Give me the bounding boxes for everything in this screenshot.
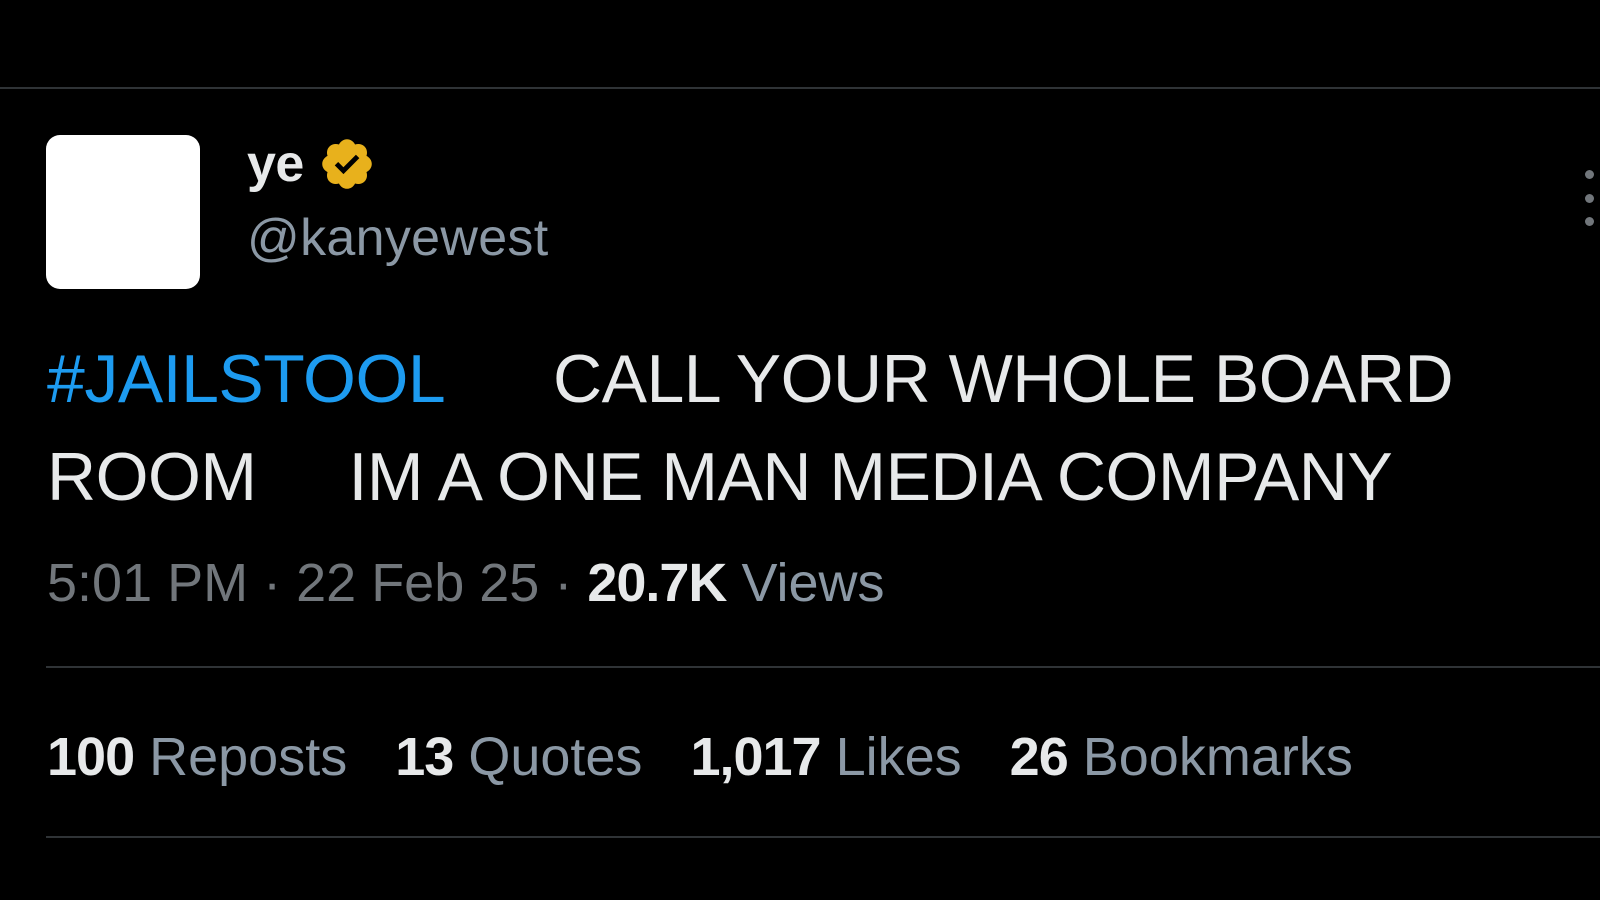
engagement-stats: 100 Reposts 13 Quotes 1,017 Likes 26 Boo…: [47, 722, 1353, 792]
bookmarks-count: 26: [1009, 727, 1069, 787]
meta-separator: ·: [263, 553, 282, 613]
meta-separator: ·: [554, 553, 573, 613]
post-text: #JAILSTOOL CALL YOUR WHOLE BOARD ROOM IM…: [47, 330, 1547, 526]
likes-count: 1,017: [690, 727, 821, 787]
more-options-button[interactable]: [1578, 170, 1600, 226]
reposts-stat[interactable]: 100 Reposts: [47, 722, 347, 792]
likes-label: Likes: [835, 727, 962, 787]
post-detail-screen: ye @kanyewest #JAILSTOOL CALL YOUR WHOLE…: [0, 0, 1600, 900]
more-dot: [1584, 170, 1594, 179]
post-time[interactable]: 5:01 PM: [47, 553, 248, 613]
more-dot: [1584, 217, 1594, 226]
verified-badge-icon[interactable]: [318, 135, 376, 193]
stats-bottom-divider: [46, 836, 1600, 838]
quotes-count: 13: [395, 727, 454, 787]
post-date[interactable]: 22 Feb 25: [296, 553, 539, 613]
author-display-name[interactable]: ye: [247, 134, 304, 194]
top-divider: [0, 87, 1600, 89]
author-name-row[interactable]: ye: [247, 132, 376, 196]
views-count: 20.7K: [587, 553, 727, 613]
reposts-label: Reposts: [149, 727, 348, 787]
views-label: Views: [741, 553, 885, 613]
post-meta-row: 5:01 PM · 22 Feb 25 · 20.7K Views: [47, 548, 885, 618]
avatar[interactable]: [46, 135, 200, 289]
stats-top-divider: [46, 666, 1600, 668]
quotes-label: Quotes: [468, 727, 643, 787]
reposts-count: 100: [47, 727, 135, 787]
hashtag-link[interactable]: #JAILSTOOL: [47, 341, 443, 417]
likes-stat[interactable]: 1,017 Likes: [690, 722, 961, 792]
quotes-stat[interactable]: 13 Quotes: [395, 722, 642, 792]
bookmarks-stat[interactable]: 26 Bookmarks: [1010, 722, 1353, 792]
author-handle[interactable]: @kanyewest: [247, 206, 548, 270]
bookmarks-label: Bookmarks: [1082, 727, 1353, 787]
more-dot: [1584, 193, 1594, 203]
